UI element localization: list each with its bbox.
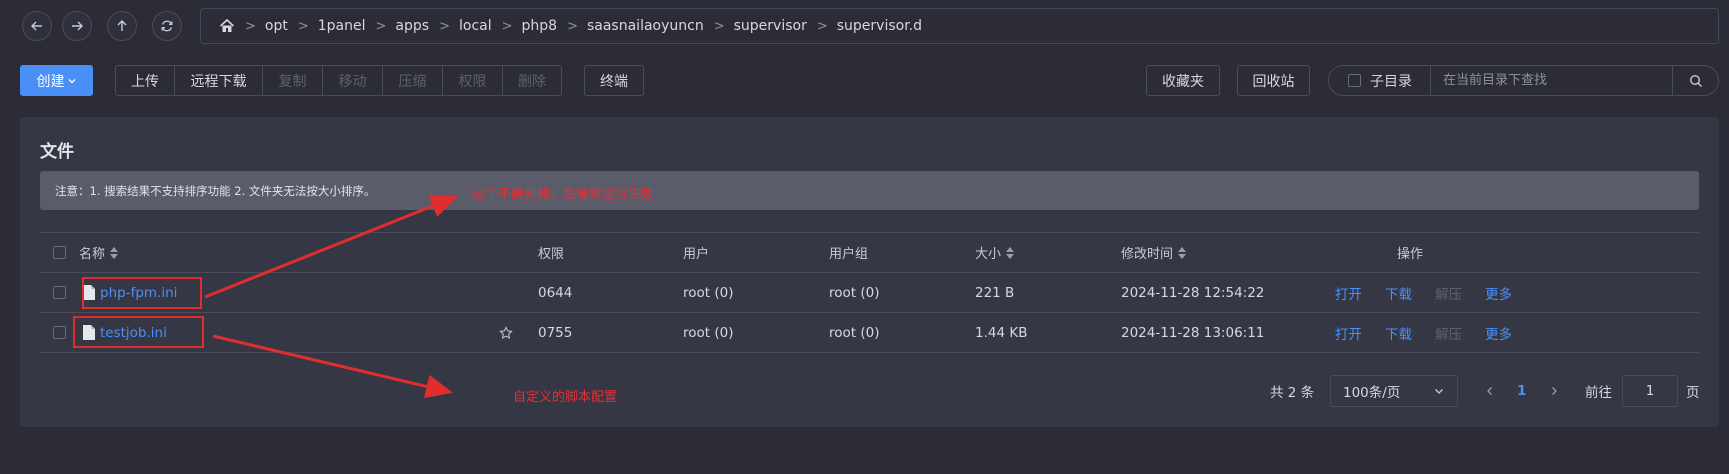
annotation-arrow bbox=[212, 334, 453, 399]
annotation-arrows bbox=[204, 194, 458, 399]
annotation-arrow bbox=[204, 194, 458, 299]
annotation-text-keep: 这个不要删掉，会导致运行失败 bbox=[472, 187, 655, 202]
annotation-text-custom: 自定义的脚本配置 bbox=[513, 390, 618, 405]
